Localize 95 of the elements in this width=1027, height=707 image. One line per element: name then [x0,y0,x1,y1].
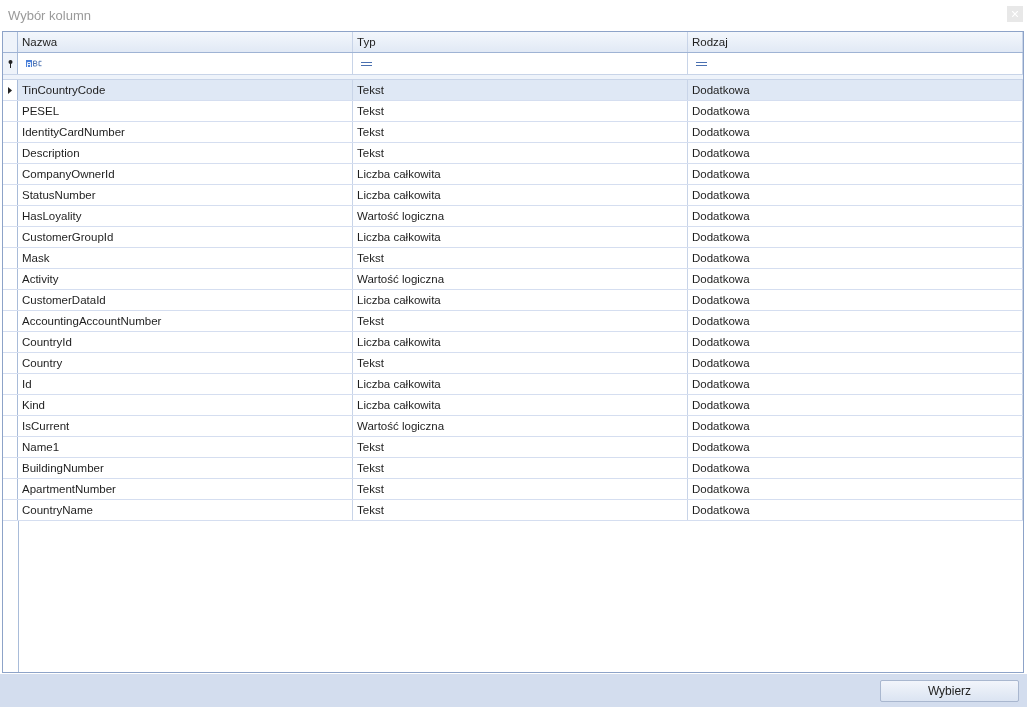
table-row[interactable]: CustomerDataId Liczba całkowita Dodatkowa [3,290,1023,311]
table-row[interactable]: Id Liczba całkowita Dodatkowa [3,374,1023,395]
table-cell: PESEL [18,101,353,121]
table-cell: Dodatkowa [688,290,1023,310]
table-row[interactable]: BuildingNumber Tekst Dodatkowa [3,458,1023,479]
table-cell: Liczba całkowita [353,227,688,247]
select-button[interactable]: Wybierz [880,679,1019,702]
table-cell: Liczba całkowita [353,395,688,415]
table-row[interactable]: Country Tekst Dodatkowa [3,353,1023,374]
table-cell: Liczba całkowita [353,164,688,184]
table-cell: Liczba całkowita [353,374,688,394]
table-cell: IsCurrent [18,416,353,436]
table-cell: Dodatkowa [688,437,1023,457]
table-cell: Dodatkowa [688,479,1023,499]
table-row[interactable]: ApartmentNumber Tekst Dodatkowa [3,479,1023,500]
table-row[interactable]: Description Tekst Dodatkowa [3,143,1023,164]
table-cell: CustomerGroupId [18,227,353,247]
table-cell: Wartość logiczna [353,206,688,226]
text-filter-icon [26,60,42,67]
table-cell: Description [18,143,353,163]
table-cell: Tekst [353,248,688,268]
table-cell: Dodatkowa [688,248,1023,268]
table-row[interactable]: CountryName Tekst Dodatkowa [3,500,1023,521]
table-row[interactable]: Activity Wartość logiczna Dodatkowa [3,269,1023,290]
table-cell: Tekst [353,479,688,499]
equals-icon [361,61,372,66]
table-row[interactable]: Mask Tekst Dodatkowa [3,248,1023,269]
table-cell: Activity [18,269,353,289]
table-cell: CompanyOwnerId [18,164,353,184]
table-cell: TinCountryCode [18,80,353,100]
table-row[interactable]: Name1 Tekst Dodatkowa [3,437,1023,458]
column-header[interactable]: Rodzaj [688,32,1023,52]
table-cell: Dodatkowa [688,500,1023,520]
table-cell: CountryName [18,500,353,520]
table-cell: Tekst [353,458,688,478]
table-cell: Dodatkowa [688,227,1023,247]
table-cell: Country [18,353,353,373]
equals-icon [696,61,707,66]
table-row[interactable]: HasLoyality Wartość logiczna Dodatkowa [3,206,1023,227]
table-cell: Tekst [353,500,688,520]
table-cell: Liczba całkowita [353,332,688,352]
table-cell: Dodatkowa [688,206,1023,226]
row-indicator[interactable] [3,80,18,100]
table-cell: Dodatkowa [688,353,1023,373]
table-cell: Dodatkowa [688,269,1023,289]
table-row[interactable]: IdentityCardNumber Tekst Dodatkowa [3,122,1023,143]
table-cell: BuildingNumber [18,458,353,478]
table-cell: Id [18,374,353,394]
table-cell: Dodatkowa [688,332,1023,352]
table-cell: Wartość logiczna [353,416,688,436]
table-cell: Kind [18,395,353,415]
table-cell: Dodatkowa [688,143,1023,163]
table-cell: Liczba całkowita [353,290,688,310]
table-cell: CustomerDataId [18,290,353,310]
table-cell: ApartmentNumber [18,479,353,499]
table-cell: Tekst [353,80,688,100]
table-cell: Liczba całkowita [353,185,688,205]
column-header[interactable]: Typ [353,32,688,52]
table-cell: IdentityCardNumber [18,122,353,142]
table-cell: Tekst [353,437,688,457]
column-header[interactable]: Nazwa [18,32,353,52]
table-cell: Tekst [353,143,688,163]
table-cell: Dodatkowa [688,185,1023,205]
table-cell: Dodatkowa [688,395,1023,415]
table-cell: Dodatkowa [688,311,1023,331]
table-cell: HasLoyality [18,206,353,226]
table-row[interactable]: CountryId Liczba całkowita Dodatkowa [3,332,1023,353]
table-cell: Dodatkowa [688,122,1023,142]
table-cell: Name1 [18,437,353,457]
table-cell: Tekst [353,353,688,373]
current-row-icon [8,86,12,94]
table-cell: Dodatkowa [688,416,1023,436]
table-row[interactable]: PESEL Tekst Dodatkowa [3,101,1023,122]
table-row[interactable]: CustomerGroupId Liczba całkowita Dodatkowa [3,227,1023,248]
table-row[interactable]: StatusNumber Liczba całkowita Dodatkowa [3,185,1023,206]
table-row[interactable]: CompanyOwnerId Liczba całkowita Dodatkowa [3,164,1023,185]
table-row[interactable]: IsCurrent Wartość logiczna Dodatkowa [3,416,1023,437]
table-cell: Tekst [353,122,688,142]
pin-icon [7,59,13,68]
table-cell: Tekst [353,311,688,331]
table-cell: Dodatkowa [688,164,1023,184]
window-title: Wybór kolumn [8,8,91,23]
table-row[interactable]: AccountingAccountNumber Tekst Dodatkowa [3,311,1023,332]
table-row[interactable]: TinCountryCode Tekst Dodatkowa [3,80,1023,101]
table-cell: Dodatkowa [688,101,1023,121]
table-cell: AccountingAccountNumber [18,311,353,331]
table-cell: CountryId [18,332,353,352]
table-cell: Dodatkowa [688,374,1023,394]
table-cell: Mask [18,248,353,268]
table-cell: Tekst [353,101,688,121]
table-cell: Dodatkowa [688,80,1023,100]
table-cell: StatusNumber [18,185,353,205]
table-cell: Dodatkowa [688,458,1023,478]
table-cell: Wartość logiczna [353,269,688,289]
table-row[interactable]: Kind Liczba całkowita Dodatkowa [3,395,1023,416]
